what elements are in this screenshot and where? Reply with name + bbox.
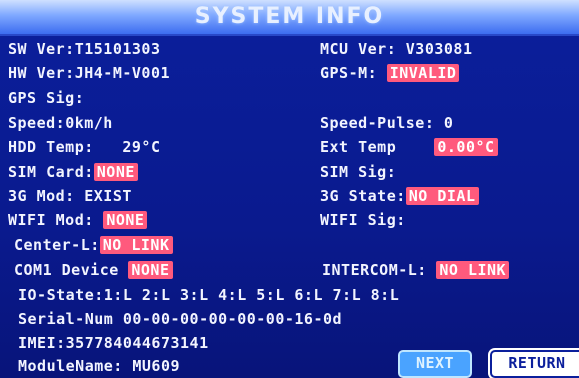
title-bar: SYSTEM INFO — [0, 0, 579, 36]
speed-pulse-value: 0 — [443, 114, 454, 132]
page-title: SYSTEM INFO — [194, 4, 385, 29]
hw-version-row: HW Ver:JH4-M-V001 — [8, 62, 170, 84]
3g-state-label: 3G State: — [320, 187, 406, 205]
mcu-version-label: MCU Ver: — [320, 40, 397, 58]
wifi-signal-row: WIFI Sig: — [320, 209, 406, 231]
com1-device-row: COM1 Device NONE — [14, 259, 173, 281]
3g-module-value: EXIST — [84, 187, 132, 205]
3g-module-row: 3G Mod: EXIST — [8, 185, 132, 207]
hw-version-value: JH4-M-V001 — [74, 64, 171, 82]
center-link-label: Center-L: — [14, 236, 100, 254]
imei-value: IMEI:357784044673141 — [18, 334, 209, 352]
center-link-status-badge: NO LINK — [99, 236, 173, 254]
wifi-module-row: WIFI Mod: NONE — [8, 209, 148, 231]
sim-card-status-badge: NONE — [93, 163, 138, 181]
wifi-module-status-badge: NONE — [103, 211, 148, 229]
speed-value: 0km/h — [65, 114, 113, 132]
3g-state-row: 3G State: NO DIAL — [320, 185, 479, 207]
gps-signal-row: GPS Sig: — [8, 87, 84, 109]
gps-module-status-badge: INVALID — [386, 64, 460, 82]
gps-module-label: GPS-M: — [320, 64, 378, 82]
sw-version-label: SW Ver: — [8, 40, 75, 58]
io-state-value: IO-State:1:L 2:L 3:L 4:L 5:L 6:L 7:L 8:L — [18, 286, 400, 304]
sw-version-row: SW Ver:T15101303 — [8, 38, 161, 60]
3g-module-label: 3G Mod: — [8, 187, 75, 205]
speed-pulse-label: Speed-Pulse: — [320, 114, 435, 132]
gps-signal-label: GPS Sig: — [8, 89, 85, 107]
speed-label: Speed: — [8, 114, 66, 132]
com1-device-label: COM1 Device — [14, 261, 119, 279]
speed-row: Speed:0km/h — [8, 112, 113, 134]
ext-temp-status-badge: 0.00°C — [434, 138, 498, 156]
module-name-label: ModuleName: — [18, 357, 123, 375]
serial-number-value: 00-00-00-00-00-00-16-0d — [122, 310, 343, 328]
sw-version-value: T15101303 — [74, 40, 161, 58]
hdd-temp-label: HDD Temp: — [8, 138, 94, 156]
wifi-module-label: WIFI Mod: — [8, 211, 94, 229]
center-link-row: Center-L: NO LINK — [14, 234, 173, 256]
wifi-signal-label: WIFI Sig: — [320, 211, 406, 229]
system-info-screen: SYSTEM INFO SW Ver:T15101303 HW Ver:JH4-… — [0, 0, 579, 378]
intercom-link-row: INTERCOM-L: NO LINK — [322, 259, 510, 281]
sim-signal-row: SIM Sig: — [320, 161, 396, 183]
return-button[interactable]: RETURN — [490, 350, 579, 378]
speed-pulse-row: Speed-Pulse: 0 — [320, 112, 453, 134]
module-name-value: MU609 — [132, 357, 181, 375]
sim-card-label: SIM Card: — [8, 163, 94, 181]
ext-temp-row: Ext Temp 0.00°C — [320, 136, 498, 158]
hw-version-label: HW Ver: — [8, 64, 75, 82]
next-button[interactable]: NEXT — [398, 350, 472, 378]
mcu-version-row: MCU Ver: V303081 — [320, 38, 473, 60]
serial-number-row: Serial-Num 00-00-00-00-00-00-16-0d — [18, 308, 342, 330]
mcu-version-value: V303081 — [405, 40, 473, 58]
io-state-row: IO-State:1:L 2:L 3:L 4:L 5:L 6:L 7:L 8:L — [18, 284, 399, 306]
ext-temp-label: Ext Temp — [320, 138, 397, 156]
sim-card-row: SIM Card: NONE — [8, 161, 138, 183]
imei-row: IMEI:357784044673141 — [18, 332, 209, 354]
hdd-temp-row: HDD Temp: 29°C — [8, 136, 161, 158]
module-name-row: ModuleName: MU609 — [18, 355, 180, 377]
sim-signal-label: SIM Sig: — [320, 163, 397, 181]
intercom-link-status-badge: NO LINK — [436, 261, 510, 279]
hdd-temp-value: 29°C — [122, 138, 161, 156]
intercom-link-label: INTERCOM-L: — [322, 261, 427, 279]
com1-device-status-badge: NONE — [128, 261, 173, 279]
serial-number-label: Serial-Num — [18, 310, 114, 328]
3g-state-status-badge: NO DIAL — [405, 187, 479, 205]
gps-module-row: GPS-M: INVALID — [320, 62, 460, 84]
